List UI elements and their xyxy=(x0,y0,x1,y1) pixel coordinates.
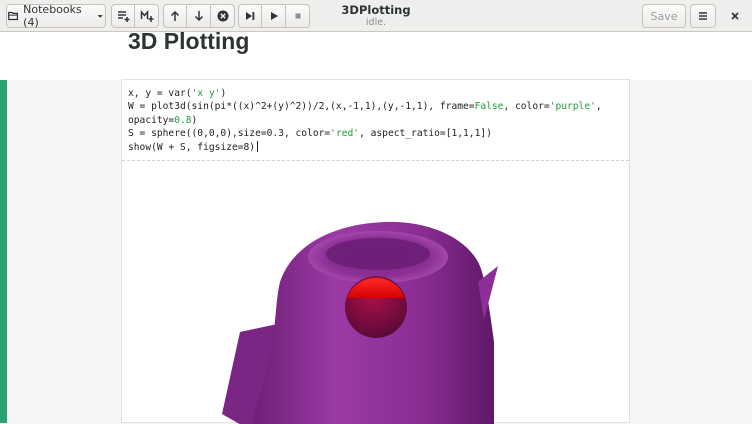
code-line: show(W + S, figsize=8) xyxy=(128,140,628,154)
code-line: S = sphere((0,0,0),size=0.3, color='red'… xyxy=(128,128,492,140)
code-line: opacity=0.8) xyxy=(128,114,198,126)
kernel-status: idle. xyxy=(365,17,387,28)
save-button[interactable]: Save xyxy=(642,4,686,28)
add-markdown-button[interactable] xyxy=(135,4,159,28)
surface-bowl-inner xyxy=(326,238,430,270)
add-cell-button[interactable] xyxy=(111,4,135,28)
chevron-down-icon xyxy=(97,15,103,18)
window-title: 3DPlotting xyxy=(341,3,411,17)
cell-insert-group xyxy=(111,4,159,28)
add-markdown-icon xyxy=(140,9,153,22)
plot-3d-output[interactable] xyxy=(122,162,629,424)
move-cell-down-button[interactable] xyxy=(187,4,211,28)
code-line: x, y = var('x y') xyxy=(128,88,227,99)
active-cell-indicator xyxy=(0,80,7,423)
notebook-view: 3D Plotting x, y = var('x y') W = plot3d… xyxy=(0,28,752,424)
code-line: W = plot3d(sin(pi*((x)^2+(y)^2))/2,(x,-1… xyxy=(128,101,602,113)
main-menu-button[interactable] xyxy=(690,4,716,28)
cell-edit-group xyxy=(163,4,235,28)
text-cursor xyxy=(257,140,259,152)
delete-cell-button[interactable] xyxy=(211,4,235,28)
arrow-up-icon xyxy=(170,10,180,21)
skip-forward-icon xyxy=(246,12,255,20)
notebooks-icon xyxy=(8,11,19,21)
arrow-down-icon xyxy=(194,11,203,22)
cell-output-separator xyxy=(122,160,629,161)
markdown-heading: 3D Plotting xyxy=(128,28,250,54)
close-window-button[interactable] xyxy=(724,4,746,28)
close-icon xyxy=(731,12,739,20)
add-cell-icon xyxy=(118,11,130,22)
move-cell-up-button[interactable] xyxy=(163,4,187,28)
hamburger-menu-icon xyxy=(699,12,707,20)
code-editor[interactable]: x, y = var('x y') W = plot3d(sin(pi*((x)… xyxy=(128,87,628,154)
code-cell[interactable]: x, y = var('x y') W = plot3d(sin(pi*((x)… xyxy=(121,79,630,424)
window-title-area: 3DPlotting idle. xyxy=(276,3,476,29)
notebooks-menu-button[interactable]: Notebooks (4) xyxy=(6,3,106,29)
header-bar: Notebooks (4) 3DPlotting idle. Save xyxy=(0,0,752,32)
delete-cell-icon xyxy=(217,10,228,22)
notebooks-label: Notebooks (4) xyxy=(23,3,82,29)
run-to-end-button[interactable] xyxy=(238,4,262,28)
